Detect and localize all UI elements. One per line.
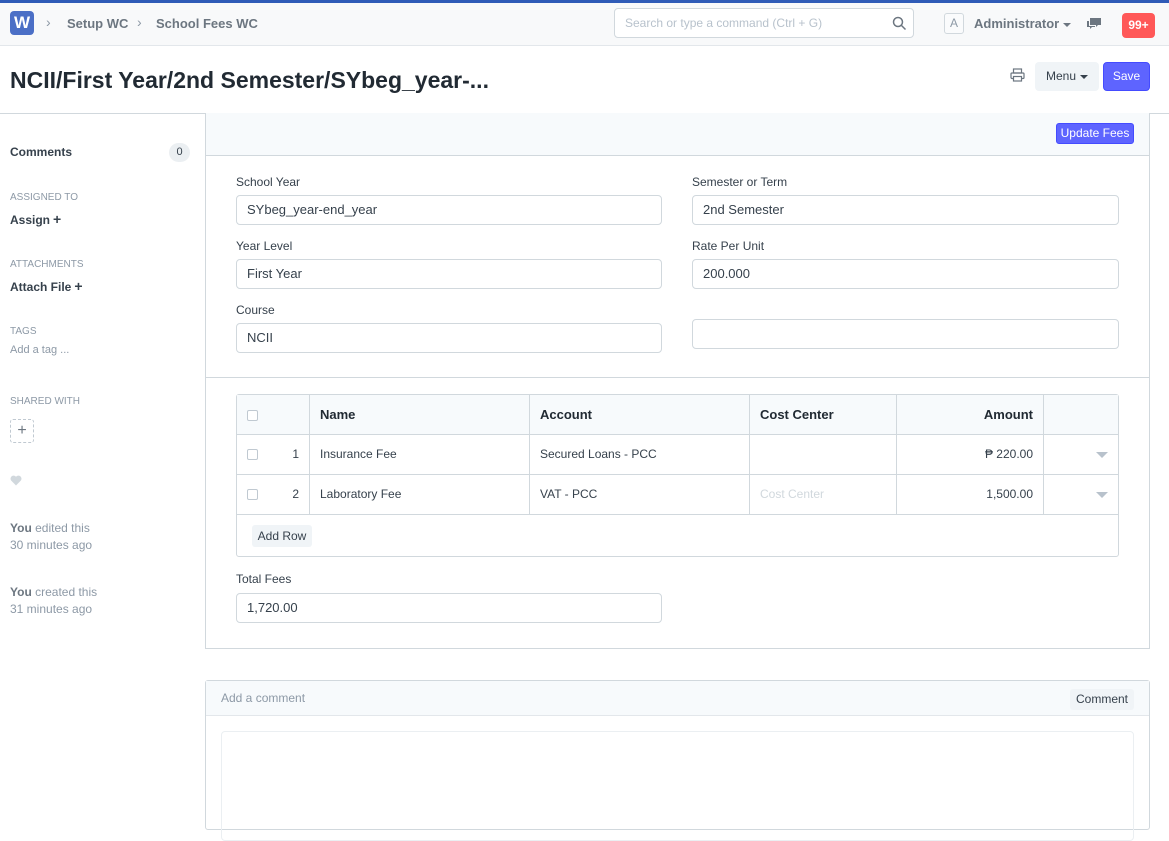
row-edit-cell[interactable] (1044, 435, 1118, 474)
year-level-label: Year Level (236, 239, 293, 253)
fee-name-cell[interactable]: Laboratory Fee (310, 475, 530, 514)
chevron-right-icon: › (137, 14, 142, 30)
page-title: NCII/First Year/2nd Semester/SYbeg_year-… (10, 67, 489, 93)
course-field[interactable]: NCII (236, 323, 662, 353)
add-tag-link[interactable]: Add a tag ... (10, 344, 69, 356)
unlabeled-field[interactable] (692, 319, 1119, 349)
table-row[interactable]: 2 Laboratory Fee VAT - PCC Cost Center 1… (237, 475, 1118, 515)
comments-count-badge: 0 (169, 143, 190, 162)
fees-table: Name Account Cost Center Amount 1 Insura… (236, 394, 1119, 557)
caret-down-icon (1063, 22, 1072, 27)
row-edit-cell[interactable] (1044, 475, 1118, 514)
comment-button[interactable]: Comment (1070, 689, 1134, 710)
navbar: W › Setup WC › School Fees WC A Administ… (0, 0, 1169, 46)
search-input[interactable] (625, 9, 885, 37)
user-menu[interactable]: Administrator (974, 16, 1072, 31)
activity-actor: You (10, 585, 32, 599)
form-toolbar: Update Fees (206, 113, 1149, 156)
chevron-right-icon: › (46, 14, 51, 30)
column-header-account: Account (530, 395, 750, 434)
activity-time: 30 minutes ago (10, 538, 93, 552)
select-all-checkbox[interactable] (247, 410, 258, 422)
total-fees-field[interactable]: 1,720.00 (236, 593, 662, 623)
plus-icon: + (74, 278, 83, 294)
notification-badge[interactable]: 99+ (1122, 13, 1155, 38)
rate-per-unit-field[interactable]: 200.000 (692, 259, 1119, 289)
search-bar (614, 8, 914, 38)
assign-label: Assign (10, 213, 51, 227)
account-cell[interactable]: VAT - PCC (530, 475, 750, 514)
year-level-field[interactable]: First Year (236, 259, 662, 289)
menu-button-label: Menu (1045, 69, 1077, 83)
row-dropdown-icon[interactable] (1096, 491, 1108, 498)
save-button[interactable]: Save (1103, 62, 1150, 91)
activity-action: edited this (31, 521, 90, 535)
heart-icon[interactable] (10, 475, 22, 486)
row-index: 2 (292, 487, 299, 501)
column-header-cost-center: Cost Center (750, 395, 897, 434)
menu-button[interactable]: Menu (1035, 62, 1099, 91)
attach-file-label: Attach File (10, 280, 72, 294)
breadcrumb-school-fees-wc[interactable]: School Fees WC (156, 16, 258, 31)
total-fees-label: Total Fees (236, 572, 292, 586)
comment-input[interactable] (221, 731, 1134, 841)
row-index: 1 (292, 447, 299, 461)
column-header-amount: Amount (897, 395, 1044, 434)
activity-action: created this (31, 585, 98, 599)
column-header-name: Name (310, 395, 530, 434)
school-year-field[interactable]: SYbeg_year-end_year (236, 195, 662, 225)
row-checkbox[interactable] (247, 489, 258, 501)
caret-down-icon (1080, 74, 1089, 79)
school-year-label: School Year (236, 175, 301, 189)
avatar[interactable]: A (944, 13, 964, 34)
rate-per-unit-label: Rate Per Unit (692, 239, 765, 253)
row-select-cell: 2 (237, 475, 310, 514)
shared-with-heading: SHARED WITH (10, 396, 80, 407)
select-all-cell (237, 395, 310, 434)
assign-button[interactable]: Assign + (10, 211, 61, 227)
search-icon[interactable] (892, 16, 907, 31)
tags-heading: TAGS (10, 326, 37, 337)
user-name: Administrator (974, 16, 1060, 31)
fee-name-cell[interactable]: Insurance Fee (310, 435, 530, 474)
activity-actor: You (10, 521, 32, 535)
cost-center-cell[interactable]: Cost Center (750, 475, 897, 514)
semester-field[interactable]: 2nd Semester (692, 195, 1119, 225)
comments-link[interactable]: Comments (10, 145, 72, 159)
assigned-to-heading: ASSIGNED TO (10, 192, 78, 203)
print-icon[interactable] (1010, 68, 1025, 82)
row-dropdown-icon[interactable] (1096, 451, 1108, 458)
comment-section: Add a comment Comment (205, 680, 1150, 841)
chat-icon[interactable] (1086, 17, 1102, 31)
activity-item: You created this 31 minutes ago (10, 584, 97, 618)
comment-header: Add a comment Comment (206, 681, 1149, 716)
amount-cell[interactable]: ₱ 220.00 (897, 435, 1044, 474)
breadcrumb-setup-wc[interactable]: Setup WC (67, 16, 128, 31)
section-divider (206, 377, 1149, 378)
semester-label: Semester or Term (692, 175, 788, 189)
table-header-row: Name Account Cost Center Amount (237, 395, 1118, 435)
attachments-heading: ATTACHMENTS (10, 259, 84, 270)
update-fees-button[interactable]: Update Fees (1056, 123, 1134, 144)
amount-cell[interactable]: 1,500.00 (897, 475, 1044, 514)
course-label: Course (236, 303, 275, 317)
row-select-cell: 1 (237, 435, 310, 474)
app-logo[interactable]: W (10, 11, 34, 35)
form-card: Update Fees School Year SYbeg_year-end_y… (205, 113, 1150, 649)
table-row[interactable]: 1 Insurance Fee Secured Loans - PCC ₱ 22… (237, 435, 1118, 475)
activity-item: You edited this 30 minutes ago (10, 520, 92, 554)
add-share-button[interactable]: + (10, 419, 34, 443)
activity-time: 31 minutes ago (10, 602, 93, 616)
cost-center-cell[interactable] (750, 435, 897, 474)
attach-file-button[interactable]: Attach File + (10, 278, 83, 294)
plus-icon: + (53, 211, 62, 227)
column-header-actions (1044, 395, 1118, 434)
add-row-button[interactable]: Add Row (252, 525, 312, 547)
add-comment-label: Add a comment (221, 691, 306, 705)
row-checkbox[interactable] (247, 449, 258, 461)
account-cell[interactable]: Secured Loans - PCC (530, 435, 750, 474)
